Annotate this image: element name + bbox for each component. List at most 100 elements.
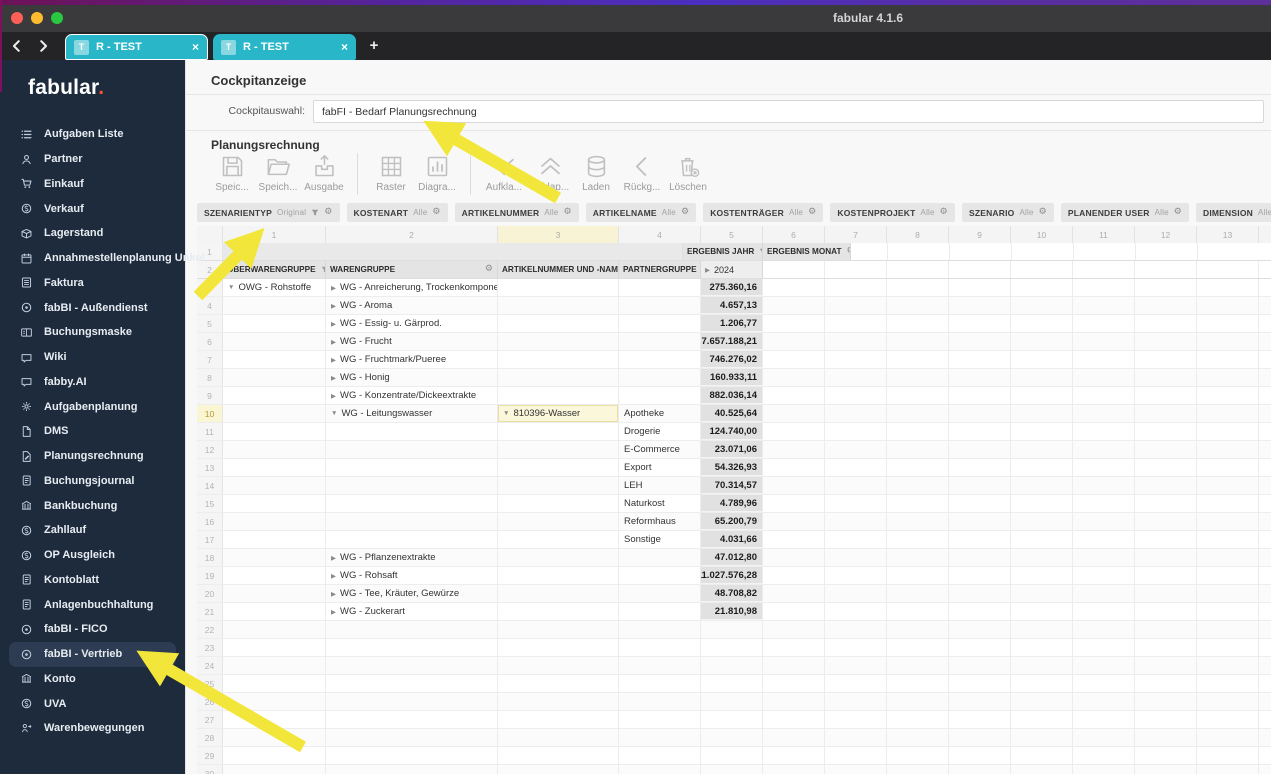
warengruppe-cell[interactable] (326, 477, 498, 494)
gear-icon[interactable]: ⚙ (681, 208, 689, 217)
cockpit-select-input[interactable] (313, 100, 1264, 123)
row-number-cell[interactable]: 8 (197, 369, 223, 386)
oberwarengruppe-cell[interactable] (223, 333, 326, 350)
oberwarengruppe-cell[interactable] (223, 477, 326, 494)
gear-icon[interactable]: ⚙ (1039, 208, 1047, 217)
partnergruppe-cell[interactable] (619, 387, 701, 404)
value-cell[interactable]: 40.525,64 (701, 405, 763, 422)
warengruppe-cell[interactable] (326, 423, 498, 440)
value-cell[interactable]: 11.027.576,28 (701, 567, 763, 584)
expand-triangle-icon[interactable]: ▶ (331, 374, 336, 382)
artikelnummer-cell[interactable] (498, 315, 619, 332)
row-number-cell[interactable]: 27 (197, 711, 223, 728)
sidebar-item-buchungsmaske[interactable]: Buchungsmaske (0, 320, 185, 345)
value-cell[interactable] (701, 711, 763, 728)
expand-triangle-icon[interactable]: ▼ (228, 284, 234, 291)
artikelnummer-cell[interactable] (498, 621, 619, 638)
warengruppe-header[interactable]: WARENGRUPPE ⚙ (326, 261, 498, 278)
row-number-cell[interactable]: 29 (197, 747, 223, 764)
column-number-cell[interactable]: 11 (1073, 226, 1135, 243)
partnergruppe-cell[interactable] (619, 765, 701, 774)
oberwarengruppe-cell[interactable] (223, 765, 326, 774)
column-number-cell[interactable]: 5 (701, 226, 763, 243)
oberwarengruppe-cell[interactable]: ▼ OWG - Rohstoffe (223, 279, 326, 296)
oberwarengruppe-cell[interactable] (223, 567, 326, 584)
oberwarengruppe-cell[interactable] (223, 729, 326, 746)
artikelnummer-cell[interactable] (498, 747, 619, 764)
artikelnummer-cell[interactable] (498, 711, 619, 728)
warengruppe-cell[interactable] (326, 657, 498, 674)
sidebar-item-verkauf[interactable]: Verkauf (0, 196, 185, 221)
warengruppe-cell[interactable]: ▶ WG - Zuckerart (326, 603, 498, 620)
oberwarengruppe-cell[interactable] (223, 351, 326, 368)
partnergruppe-cell[interactable] (619, 351, 701, 368)
ergebnis-jahr-header[interactable]: ERGEBNIS JAHR ⚙ (683, 243, 763, 260)
sidebar-item-lagerstand[interactable]: Lagerstand (0, 221, 185, 246)
value-cell[interactable]: 4.657,13 (701, 297, 763, 314)
column-number-cell[interactable]: 7 (825, 226, 887, 243)
oberwarengruppe-cell[interactable] (223, 603, 326, 620)
value-cell[interactable] (701, 675, 763, 692)
sidebar-item-buchungsjournal[interactable]: Buchungsjournal (0, 469, 185, 494)
expand-triangle-icon[interactable]: ▶ (705, 266, 710, 274)
artikelnummer-cell[interactable] (498, 765, 619, 774)
toolbar-button-back[interactable]: Rückg... (619, 153, 665, 193)
filter-funnel-icon[interactable] (311, 209, 319, 217)
row-number-cell[interactable]: 19 (197, 567, 223, 584)
row-number-cell[interactable]: 12 (197, 441, 223, 458)
row-number-cell[interactable]: 25 (197, 675, 223, 692)
gear-icon[interactable]: ⚙ (324, 208, 332, 217)
sidebar-item-fabbi-fico[interactable]: fabBI - FICO (0, 617, 185, 642)
artikelnummer-cell[interactable] (498, 333, 619, 350)
tab[interactable]: T R - TEST × (65, 34, 208, 60)
row-number-cell[interactable]: 9 (197, 387, 223, 404)
expand-triangle-icon[interactable]: ▶ (331, 608, 336, 616)
artikelnummer-cell[interactable] (498, 567, 619, 584)
tab-close-icon[interactable]: × (192, 40, 199, 54)
sidebar-item-op-ausgleich[interactable]: OP Ausgleich (0, 543, 185, 568)
warengruppe-cell[interactable]: ▶ WG - Rohsaft (326, 567, 498, 584)
history-forward-button[interactable] (32, 35, 54, 57)
row-number-cell[interactable]: 23 (197, 639, 223, 656)
oberwarengruppe-cell[interactable] (223, 405, 326, 422)
partnergruppe-cell[interactable] (619, 711, 701, 728)
sidebar-item-planungsrechnung[interactable]: Planungsrechnung (0, 444, 185, 469)
artikelnummer-cell[interactable] (498, 657, 619, 674)
oberwarengruppe-cell[interactable] (223, 549, 326, 566)
artikelnummer-cell[interactable] (498, 639, 619, 656)
toolbar-button-export[interactable]: Ausgabe (301, 153, 347, 193)
expand-triangle-icon[interactable]: ▶ (331, 572, 336, 580)
value-cell[interactable]: 746.276,02 (701, 351, 763, 368)
tab-close-icon[interactable]: × (341, 40, 348, 54)
sidebar-item-wiki[interactable]: Wiki (0, 345, 185, 370)
column-number-cell[interactable]: 9 (949, 226, 1011, 243)
sidebar-item-fabbi-vertrieb[interactable]: fabBI - Vertrieb (9, 641, 176, 667)
row-number-cell[interactable]: 21 (197, 603, 223, 620)
sidebar-item-konto[interactable]: Konto (0, 667, 185, 692)
toolbar-button-grid[interactable]: Raster (368, 153, 414, 193)
filter-chip-szenario[interactable]: SZENARIO Alle ⚙ (961, 203, 1054, 222)
gear-icon[interactable]: ⚙ (432, 208, 440, 217)
value-cell[interactable]: 160.933,11 (701, 369, 763, 386)
toolbar-button-folder[interactable]: Speich... (255, 153, 301, 193)
warengruppe-cell[interactable] (326, 693, 498, 710)
row-number-cell[interactable]: 20 (197, 585, 223, 602)
column-number-cell[interactable]: 6 (763, 226, 825, 243)
artikelnummer-cell[interactable] (498, 585, 619, 602)
partnergruppe-cell[interactable] (619, 297, 701, 314)
partnergruppe-cell[interactable] (619, 585, 701, 602)
artikelnummer-cell[interactable] (498, 693, 619, 710)
warengruppe-cell[interactable] (326, 675, 498, 692)
year-column-header[interactable]: ▶ 2024 (701, 261, 763, 278)
toolbar-button-trash[interactable]: Löschen (665, 153, 711, 193)
value-cell[interactable]: 4.031,66 (701, 531, 763, 548)
artikelnummer-cell[interactable] (498, 459, 619, 476)
column-number-cell[interactable]: 2 (326, 226, 498, 243)
partnergruppe-cell[interactable]: Reformhaus (619, 513, 701, 530)
value-cell[interactable] (701, 747, 763, 764)
column-number-cell[interactable]: 4 (619, 226, 701, 243)
row-number-cell[interactable]: 13 (197, 459, 223, 476)
column-number-cell[interactable]: 10 (1011, 226, 1073, 243)
expand-triangle-icon[interactable]: ▼ (503, 410, 509, 417)
warengruppe-cell[interactable]: ▶ WG - Essig- u. Gärprod. (326, 315, 498, 332)
